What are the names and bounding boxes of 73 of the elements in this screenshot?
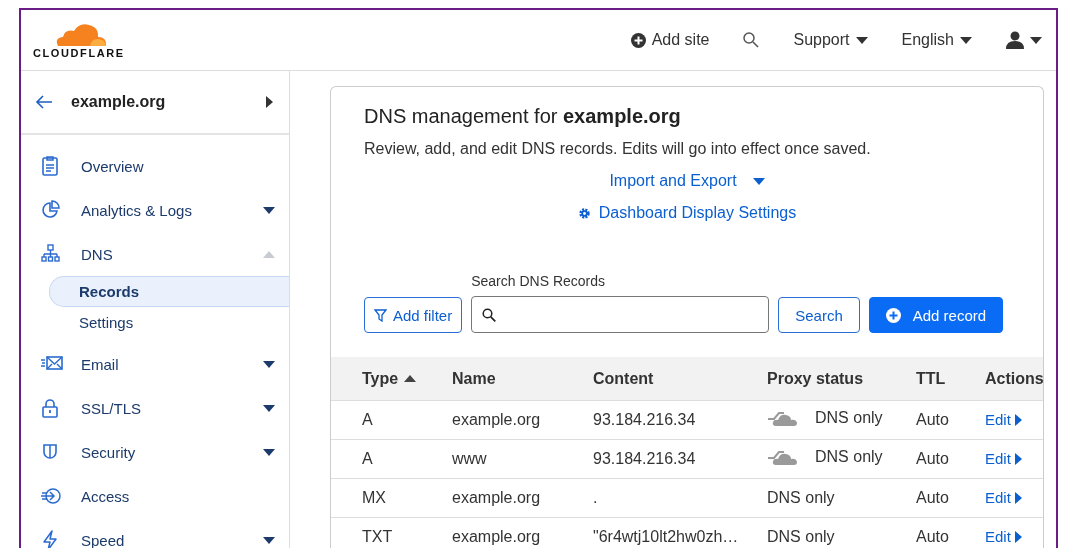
table-cell: "6r4wtj10lt2hw0zh… — [593, 528, 739, 545]
sidebar-item-label[interactable]: Security — [81, 443, 263, 461]
caret-icon — [266, 96, 273, 108]
edit-link[interactable]: Edit — [985, 411, 1022, 428]
add-record-button[interactable]: Add record — [868, 297, 1004, 333]
sidebar-item-label[interactable]: Access — [81, 487, 275, 505]
gear-icon — [577, 206, 591, 220]
table-cell: A — [362, 411, 373, 428]
table-cell: www — [452, 450, 487, 467]
edit-link[interactable]: Edit — [985, 489, 1022, 506]
sidebar-subitem[interactable]: Records — [49, 276, 289, 307]
table-cell: Auto — [916, 411, 949, 428]
edit-link[interactable]: Edit — [985, 528, 1022, 545]
filter-icon — [374, 308, 387, 322]
table-cell: A — [362, 450, 373, 467]
table-cell: example.org — [452, 528, 541, 545]
caret-icon — [752, 177, 765, 185]
table-cell: example.org — [452, 411, 541, 428]
table-cell: example.org — [452, 489, 541, 506]
search-icon[interactable] — [743, 32, 760, 48]
table-cell: 93.184.216.34 — [593, 411, 696, 428]
search-icon — [482, 307, 497, 322]
add-site-button[interactable]: Add site — [630, 31, 710, 49]
sidebar-item-label[interactable]: Overview — [81, 157, 275, 175]
table-cell: TXT — [362, 528, 393, 545]
edit-link[interactable]: Edit — [985, 450, 1022, 467]
caret-icon — [1014, 452, 1022, 465]
sidebar-item-label[interactable]: Speed — [81, 531, 263, 548]
dropdown-menu[interactable]: English — [901, 31, 972, 49]
search-button[interactable]: Search — [778, 297, 860, 333]
plus-circle-icon — [630, 32, 646, 48]
table-cell: Auto — [916, 489, 949, 506]
account-menu[interactable] — [1006, 31, 1042, 49]
table-cell: 93.184.216.34 — [593, 450, 696, 467]
table-cell: DNS only — [767, 489, 835, 507]
add-filter-button[interactable]: Add filter — [364, 297, 463, 333]
dropdown-menu[interactable]: Support — [793, 31, 868, 49]
table-cell: Auto — [916, 450, 949, 467]
logo-text: CLOUDFLARE — [33, 47, 125, 59]
sitemap-icon — [41, 244, 63, 264]
table-cell: Auto — [916, 528, 949, 545]
table-cell: MX — [362, 489, 386, 506]
page-title: DNS management for example.org — [364, 105, 682, 128]
caret-icon — [1014, 530, 1022, 543]
back-arrow-icon[interactable] — [35, 95, 53, 109]
caret-icon — [1014, 413, 1022, 426]
display-settings-link[interactable]: Dashboard Display Settings — [577, 204, 797, 222]
sign-in-icon — [41, 486, 63, 506]
caret-icon — [1014, 491, 1022, 504]
column-header[interactable]: Name — [452, 369, 496, 388]
table-cell: DNS only — [815, 448, 883, 466]
caret-icon — [1030, 36, 1042, 44]
user-icon — [1006, 31, 1024, 49]
sidebar-subitem[interactable]: Settings — [49, 307, 289, 338]
sidebar-item-label[interactable]: SSL/TLS — [81, 399, 263, 417]
site-name: example.org — [71, 93, 167, 111]
search-field[interactable] — [471, 296, 770, 333]
table-cell: DNS only — [815, 409, 883, 427]
table-cell: . — [593, 489, 598, 506]
sidebar-item-label[interactable]: Analytics & Logs — [81, 201, 263, 219]
plus-circle-icon — [885, 307, 901, 323]
pie-chart-icon — [41, 200, 63, 220]
sidebar-item-label[interactable]: DNS — [81, 245, 263, 263]
sidebar-item-label[interactable]: Email — [81, 355, 263, 373]
column-header[interactable]: TTL — [916, 369, 946, 388]
caret-icon — [960, 36, 972, 44]
caret-icon — [855, 36, 868, 44]
column-header[interactable]: Content — [593, 369, 654, 388]
search-label: Search DNS Records — [471, 273, 607, 289]
import-export-link[interactable]: Import and Export — [609, 172, 765, 190]
column-header[interactable]: Type — [362, 369, 417, 388]
table-cell: DNS only — [767, 528, 835, 546]
page-description: Review, add, and edit DNS records. Edits will go into effect once saved. — [364, 140, 872, 158]
